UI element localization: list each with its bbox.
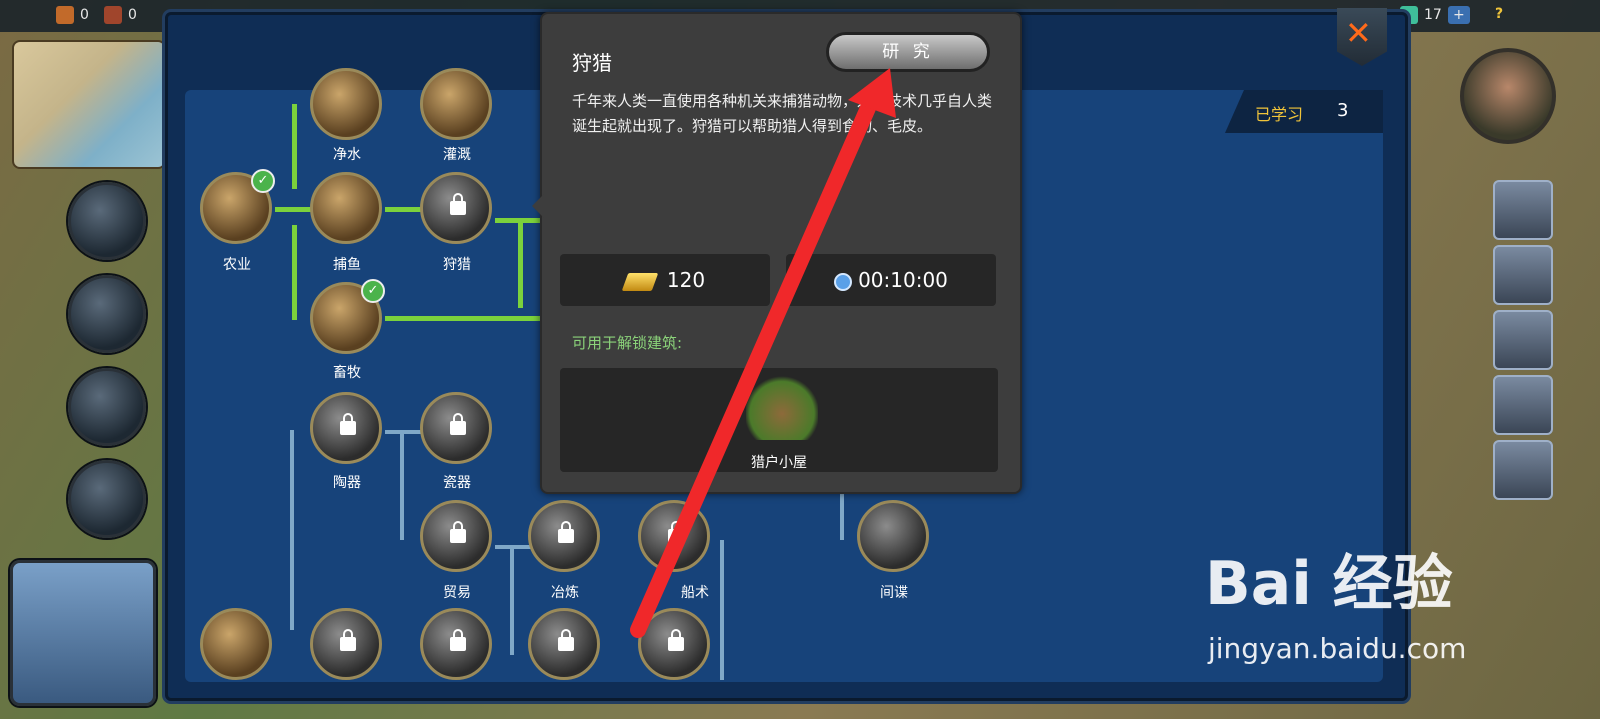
arrow-shaft	[630, 100, 876, 638]
baidu-watermark: Bai 经验	[1205, 549, 1453, 619]
baidu-watermark-url: jingyan.baidu.com	[1208, 632, 1467, 665]
